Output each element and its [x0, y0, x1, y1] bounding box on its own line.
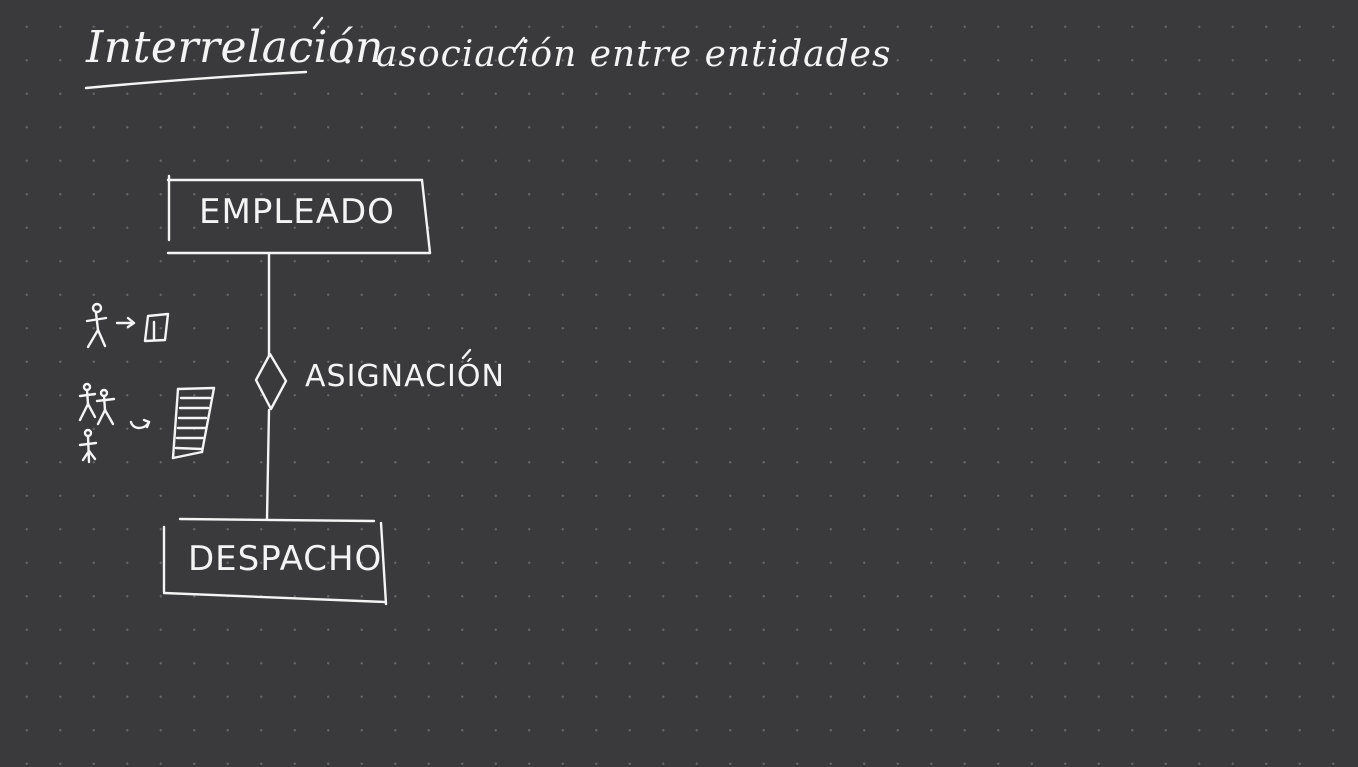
- entity-label-empleado: EMPLEADO: [199, 192, 395, 232]
- relation-accent-mark: [461, 348, 472, 360]
- person-icon: [85, 302, 108, 349]
- ladder-list-icon: [171, 386, 216, 460]
- arrow-right-icon: [115, 316, 136, 329]
- curved-arrow-icon: [129, 418, 151, 430]
- definition-accent-mark: [514, 36, 526, 50]
- relationship-diamond: [254, 352, 288, 411]
- entity-label-despacho: DESPACHO: [188, 539, 383, 579]
- whiteboard-canvas: Interrelación : asociación entre entidad…: [0, 0, 1358, 767]
- title-accent-mark: [312, 16, 324, 30]
- people-group-icon: [78, 382, 116, 464]
- title-underline: [84, 70, 308, 90]
- relationship-label-asignacion: ASIGNACIÓN: [305, 359, 505, 394]
- office-icon: [143, 312, 170, 343]
- connector-bottom: [265, 408, 271, 521]
- er-diagram-drawing: [78, 16, 526, 606]
